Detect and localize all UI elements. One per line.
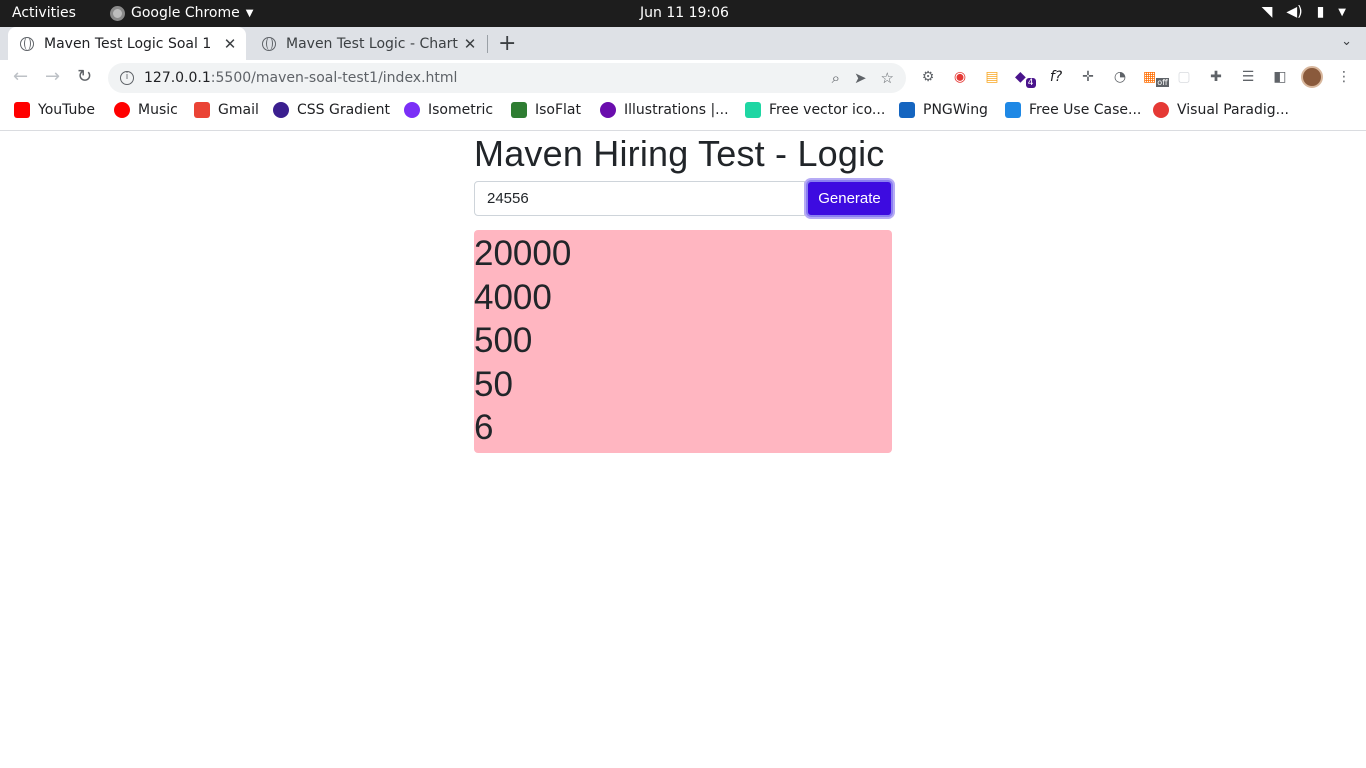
battery-icon: ▮ [1316, 4, 1325, 20]
bookmark-gmail[interactable]: Gmail [194, 102, 259, 118]
clock[interactable]: Jun 11 19:06 [640, 5, 729, 21]
url-host: 127.0.0.1 [144, 70, 211, 86]
bookmark-visual-paradigm[interactable]: Visual Paradig... [1153, 102, 1289, 118]
bookmark-isometric[interactable]: Isometric [404, 102, 493, 118]
zoom-icon[interactable]: ⌕ [832, 69, 840, 87]
tab-maven-soal-1[interactable]: Maven Test Logic Soal 1 ✕ [8, 27, 246, 60]
generate-button[interactable]: Generate [806, 180, 893, 217]
bookmark-label: Visual Paradig... [1177, 102, 1289, 118]
timer-extension-icon[interactable]: ◔ [1111, 68, 1129, 86]
bookmarks-bar: YouTube Music Gmail CSS Gradient Isometr… [0, 94, 1366, 131]
gear-extension-icon[interactable]: ⚙ [919, 68, 937, 86]
off-badge: off [1156, 77, 1169, 87]
bookmark-free-vector-icons[interactable]: Free vector ico... [745, 102, 885, 118]
blank-extension-icon[interactable]: ▢ [1175, 68, 1193, 86]
tab-strip: Maven Test Logic Soal 1 ✕ Maven Test Log… [0, 27, 1366, 60]
volume-icon: ◀) [1286, 4, 1303, 20]
bookmark-youtube[interactable]: YouTube [14, 102, 95, 118]
bookmark-illustrations[interactable]: Illustrations |... [600, 102, 729, 118]
tab-title: Maven Test Logic - Chart D [286, 35, 460, 52]
visual-paradigm-icon [1153, 102, 1169, 118]
system-tray[interactable]: ◥ ◀) ▮ ▼ [1262, 4, 1346, 20]
new-tab-button[interactable]: + [498, 31, 516, 56]
font-extension-icon[interactable]: f? [1047, 68, 1065, 86]
result-line: 4000 [474, 277, 552, 317]
profile-avatar[interactable] [1301, 66, 1323, 88]
system-top-bar: Activities Google Chrome ▼ Jun 11 19:06 … [0, 0, 1366, 27]
youtube-icon [14, 102, 30, 118]
music-icon [114, 102, 130, 118]
isoflat-icon [511, 102, 527, 118]
app-menu-label: Google Chrome [131, 5, 240, 21]
activities-button[interactable]: Activities [12, 5, 76, 21]
color-wheel-extension-icon[interactable]: ◉ [951, 68, 969, 86]
bookmark-label: CSS Gradient [297, 102, 390, 118]
bookmark-label: Gmail [218, 102, 259, 118]
pngwing-icon [899, 102, 915, 118]
close-icon[interactable]: ✕ [220, 35, 240, 53]
stack-extension-icon[interactable]: ◆ 4 [1015, 68, 1036, 88]
caret-down-icon: ▼ [1338, 6, 1346, 18]
bookmark-label: Isometric [428, 102, 494, 118]
vector-icon [745, 102, 761, 118]
caret-down-icon: ▼ [245, 7, 254, 19]
globe-icon [262, 36, 276, 51]
result-box: 20000 4000 500 50 6 [474, 230, 892, 453]
reload-icon[interactable]: ↻ [77, 66, 92, 87]
address-bar[interactable]: i 127.0.0.1:5500/maven-soal-test1/index.… [108, 63, 906, 93]
result-line: 500 [474, 321, 533, 360]
bookmark-label: Free Use Case... [1029, 102, 1142, 118]
browser-toolbar: ← → ↻ i 127.0.0.1:5500/maven-soal-test1/… [0, 60, 1366, 94]
bookmark-css-gradient[interactable]: CSS Gradient [273, 102, 390, 118]
illustrations-icon [600, 102, 616, 118]
puzzle-extensions-icon[interactable]: ✚ [1207, 68, 1225, 86]
off-extension-icon[interactable]: ▦off [1143, 68, 1169, 87]
media-list-icon[interactable]: ☰ [1239, 68, 1257, 86]
page-title: Maven Hiring Test - Logic [474, 133, 885, 174]
window-extension-icon[interactable]: ▤ [983, 68, 1001, 86]
bookmark-label: YouTube [38, 102, 95, 118]
chrome-icon [110, 5, 125, 21]
wifi-icon: ◥ [1261, 4, 1273, 20]
bookmark-label: IsoFlat [535, 102, 581, 118]
forward-arrow-icon[interactable]: → [45, 66, 60, 87]
isometric-icon [404, 102, 420, 118]
bookmark-isoflat[interactable]: IsoFlat [511, 102, 581, 118]
use-case-icon [1005, 102, 1021, 118]
side-panel-icon[interactable]: ◧ [1271, 68, 1289, 86]
tab-separator [487, 35, 488, 53]
bookmark-pngwing[interactable]: PNGWing [899, 102, 988, 118]
move-extension-icon[interactable]: ✛ [1079, 68, 1097, 86]
bookmark-label: PNGWing [923, 102, 988, 118]
result-line: 50 [474, 364, 513, 404]
extension-badge: 4 [1025, 77, 1036, 88]
send-icon[interactable]: ➤ [854, 69, 867, 87]
tab-title: Maven Test Logic Soal 1 [44, 35, 212, 52]
app-menu[interactable]: Google Chrome ▼ [110, 5, 253, 21]
bookmark-label: Free vector ico... [769, 102, 886, 118]
back-arrow-icon[interactable]: ← [13, 66, 28, 87]
bookmark-free-use-case[interactable]: Free Use Case... [1005, 102, 1141, 118]
number-input[interactable] [474, 181, 805, 216]
tab-maven-chart[interactable]: Maven Test Logic - Chart D ✕ [250, 27, 486, 60]
gmail-icon [194, 102, 210, 118]
bookmark-music[interactable]: Music [114, 102, 178, 118]
menu-kebab-icon[interactable]: ⋮ [1335, 68, 1353, 86]
close-icon[interactable]: ✕ [460, 35, 480, 53]
info-icon[interactable]: i [120, 71, 134, 85]
bookmark-label: Illustrations |... [624, 102, 729, 118]
result-line: 20000 [474, 234, 572, 273]
page-content: Maven Hiring Test - Logic Generate 20000… [0, 131, 1366, 767]
star-icon[interactable]: ☆ [881, 69, 894, 87]
result-line: 6 [474, 408, 494, 447]
url-path: :5500/maven-soal-test1/index.html [210, 70, 458, 86]
tab-search-icon[interactable]: ⌄ [1341, 34, 1352, 49]
css-gradient-icon [273, 102, 289, 118]
bookmark-label: Music [138, 102, 178, 118]
globe-icon [20, 36, 34, 51]
